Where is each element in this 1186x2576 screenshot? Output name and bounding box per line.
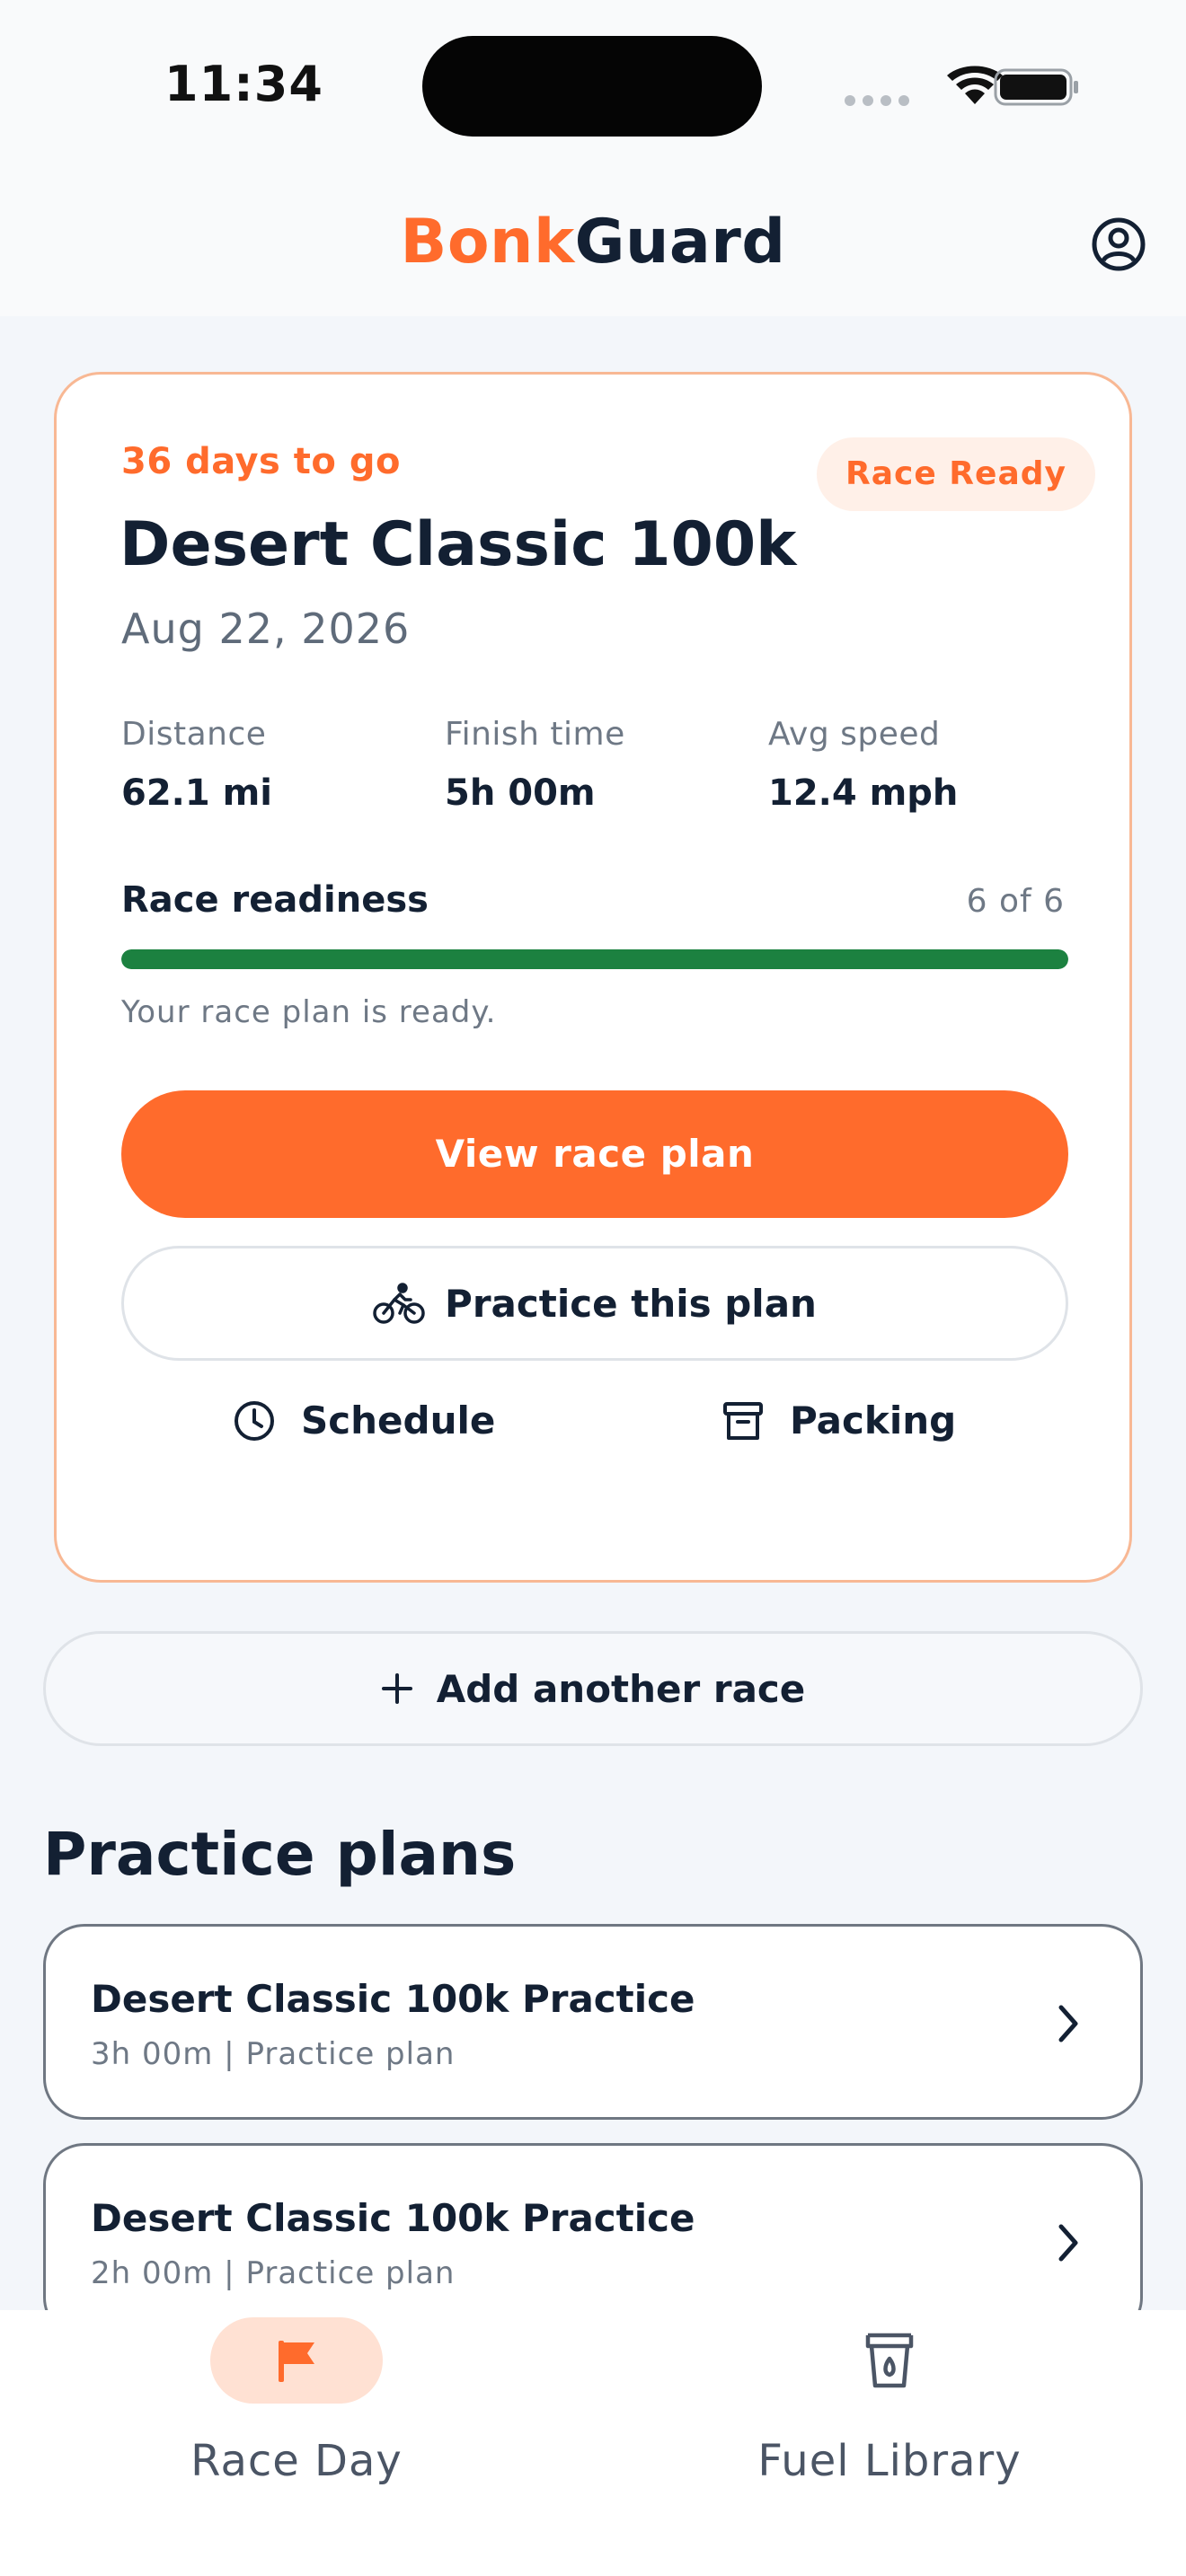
readiness-note: Your race plan is ready. xyxy=(121,994,497,1030)
readiness-progress-bar xyxy=(121,949,1068,969)
practice-plan-button[interactable]: Practice this plan xyxy=(121,1246,1068,1361)
packing-button[interactable]: Packing xyxy=(721,1398,956,1442)
status-time: 11:34 xyxy=(164,56,323,112)
readiness-label: Race readiness xyxy=(121,879,429,921)
brand-part-2: Guard xyxy=(574,207,786,278)
tab-icon-wrap xyxy=(803,2317,976,2404)
plan-title: Desert Classic 100k Practice xyxy=(91,1977,695,2021)
readiness-count: 6 of 6 xyxy=(966,883,1065,920)
tab-fuel-library[interactable]: Fuel Library xyxy=(593,2310,1186,2576)
stat-value: 5h 00m xyxy=(445,772,596,814)
battery-icon xyxy=(994,68,1078,106)
race-date: Aug 22, 2026 xyxy=(121,604,411,653)
chevron-right-icon xyxy=(1058,2005,1078,2042)
archive-box-icon xyxy=(723,1401,763,1440)
app-brand: BonkGuard xyxy=(0,207,1186,278)
tab-bar: Race Day Fuel Library xyxy=(0,2310,1186,2576)
status-bar: 11:34 xyxy=(0,0,1186,180)
clock-icon xyxy=(235,1400,274,1441)
plan-title: Desert Classic 100k Practice xyxy=(91,2196,695,2240)
bicycle-icon xyxy=(373,1283,425,1324)
schedule-button[interactable]: Schedule xyxy=(233,1398,495,1442)
plan-subtitle: 3h 00m | Practice plan xyxy=(91,2036,456,2072)
stat-avg-speed: Avg speed 12.4 mph xyxy=(768,716,958,814)
add-race-button[interactable]: Add another race xyxy=(43,1631,1143,1746)
plus-icon xyxy=(381,1673,412,1704)
status-icons xyxy=(836,63,1087,111)
tab-label: Fuel Library xyxy=(757,2436,1022,2486)
tab-race-day[interactable]: Race Day xyxy=(0,2310,593,2576)
plan-subtitle: 2h 00m | Practice plan xyxy=(91,2255,456,2291)
cellular-signal-icon xyxy=(845,95,909,106)
cup-icon xyxy=(865,2333,914,2388)
readiness-progress-fill xyxy=(121,949,1068,969)
tab-label: Race Day xyxy=(190,2436,403,2486)
race-name: Desert Classic 100k xyxy=(119,509,797,580)
race-status-badge: Race Ready xyxy=(817,437,1095,511)
view-race-plan-button[interactable]: View race plan xyxy=(121,1090,1068,1218)
flag-icon xyxy=(279,2341,314,2382)
packing-label: Packing xyxy=(790,1398,957,1442)
account-button[interactable] xyxy=(1090,216,1147,273)
practice-plan-item[interactable]: Desert Classic 100k Practice 3h 00m | Pr… xyxy=(43,1924,1143,2120)
stat-value: 12.4 mph xyxy=(768,772,959,814)
add-race-label: Add another race xyxy=(436,1666,806,1711)
tab-active-indicator xyxy=(210,2317,383,2404)
practice-plans-title: Practice plans xyxy=(43,1820,517,1889)
stat-label: Distance xyxy=(121,716,267,753)
user-circle-icon xyxy=(1092,217,1146,271)
brand-part-1: Bonk xyxy=(400,207,575,278)
dynamic-island xyxy=(422,36,762,137)
stat-label: Finish time xyxy=(445,716,625,753)
stat-finish-time: Finish time 5h 00m xyxy=(445,716,625,814)
stat-label: Avg speed xyxy=(768,716,941,753)
stat-distance: Distance 62.1 mi xyxy=(121,716,272,814)
race-countdown: 36 days to go xyxy=(121,441,401,482)
stat-value: 62.1 mi xyxy=(121,772,273,814)
chevron-right-icon xyxy=(1058,2224,1078,2262)
schedule-label: Schedule xyxy=(301,1398,496,1442)
race-card: 36 days to go Race Ready Desert Classic … xyxy=(54,372,1132,1583)
practice-plan-label: Practice this plan xyxy=(445,1281,817,1326)
